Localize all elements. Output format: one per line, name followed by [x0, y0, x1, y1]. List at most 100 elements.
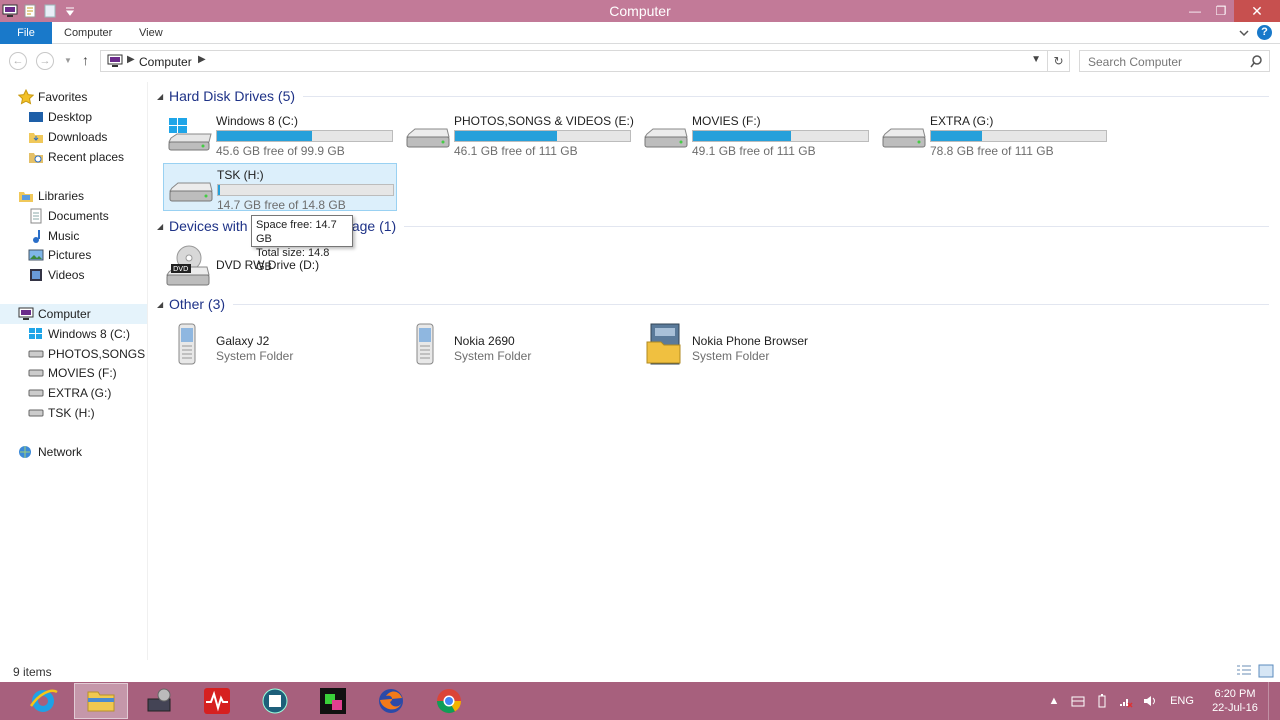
group-divider	[404, 225, 1269, 227]
tab-computer[interactable]: Computer	[64, 22, 112, 44]
other-item-nokia-phone-browser[interactable]: Nokia Phone Browser System Folder	[639, 320, 873, 368]
collapse-arrow-icon[interactable]: ◢	[157, 300, 169, 309]
drive-tile-c[interactable]: Windows 8 (C:) 45.6 GB free of 99.9 GB	[163, 110, 397, 158]
drive-free-space: 45.6 GB free of 99.9 GB	[216, 144, 345, 158]
up-icon[interactable]: ↑	[82, 52, 89, 68]
drive-tile-g[interactable]: EXTRA (G:) 78.8 GB free of 111 GB	[877, 110, 1111, 158]
firefox-icon[interactable]	[364, 683, 418, 719]
sidebar-item-recent-places[interactable]: Recent places	[0, 147, 147, 167]
tab-view[interactable]: View	[139, 22, 163, 44]
mobile-phone-icon	[178, 323, 196, 365]
breadcrumb-separator-icon[interactable]: ▶	[127, 54, 135, 65]
libraries-icon	[18, 188, 34, 204]
sidebar-item-drive-h[interactable]: TSK (H:)	[0, 403, 147, 423]
videos-icon	[28, 267, 44, 283]
show-hidden-icons-icon[interactable]: ▲	[1042, 682, 1066, 720]
navigation-pane: Favorites Desktop Downloads Recent place…	[0, 82, 148, 660]
collapse-arrow-icon[interactable]: ◢	[157, 222, 169, 231]
address-bar[interactable]: ▶ Computer ▶ ▼ ↻	[100, 50, 1070, 72]
audio-editor-icon[interactable]	[190, 683, 244, 719]
sidebar-item-drive-f[interactable]: MOVIES (F:)	[0, 363, 147, 383]
drive-tile-f[interactable]: MOVIES (F:) 49.1 GB free of 111 GB	[639, 110, 873, 158]
status-bar: 9 items	[0, 660, 1280, 682]
star-icon	[18, 89, 34, 105]
network-disconnected-icon[interactable]	[1114, 682, 1138, 720]
group-header-other[interactable]: ◢ Other (3)	[157, 294, 1269, 314]
clock[interactable]: 6:20 PM 22-Jul-16	[1202, 687, 1268, 715]
sidebar-item-label: MOVIES (F:)	[48, 366, 117, 380]
battery-icon[interactable]	[1090, 682, 1114, 720]
documents-icon	[28, 208, 44, 224]
video-editor-icon[interactable]	[306, 683, 360, 719]
drive-usage-bar	[216, 130, 393, 142]
media-player-icon[interactable]	[248, 683, 302, 719]
drive-tile-e[interactable]: PHOTOS,SONGS & VIDEOS (E:) 46.1 GB free …	[401, 110, 635, 158]
breadcrumb[interactable]: Computer	[139, 55, 192, 69]
hard-drive-icon	[28, 385, 44, 401]
file-explorer-icon[interactable]	[74, 683, 128, 719]
sidebar-item-libraries[interactable]: Libraries	[0, 186, 147, 206]
back-icon[interactable]: ←	[9, 52, 27, 70]
help-icon[interactable]: ?	[1257, 25, 1272, 40]
sidebar-item-downloads[interactable]: Downloads	[0, 127, 147, 147]
group-divider	[233, 303, 1269, 305]
restore-icon[interactable]: ❐	[1208, 0, 1234, 22]
window-controls: — ❐ ✕	[1182, 0, 1280, 22]
search-input[interactable]: Search Computer	[1079, 50, 1270, 72]
network-icon	[18, 444, 34, 460]
sidebar-item-documents[interactable]: Documents	[0, 206, 147, 226]
file-list-pane: ◢ Hard Disk Drives (5) Windows 8 (C:) 45…	[149, 82, 1280, 660]
sidebar-item-videos[interactable]: Videos	[0, 265, 147, 285]
minimize-icon[interactable]: —	[1182, 0, 1208, 22]
drive-free-space: 46.1 GB free of 111 GB	[454, 144, 578, 158]
sidebar-item-music[interactable]: Music	[0, 226, 147, 246]
expand-ribbon-icon[interactable]	[1239, 26, 1249, 40]
collapse-arrow-icon[interactable]: ◢	[157, 92, 169, 101]
drive-usage-bar	[692, 130, 869, 142]
sidebar-item-favorites[interactable]: Favorites	[0, 87, 147, 107]
show-desktop-button[interactable]	[1268, 682, 1280, 720]
sidebar-item-computer[interactable]: Computer	[0, 304, 147, 324]
sidebar-item-pictures[interactable]: Pictures	[0, 245, 147, 265]
group-header-hard-disk-drives[interactable]: ◢ Hard Disk Drives (5)	[157, 86, 1269, 106]
language-indicator[interactable]: ENG	[1162, 695, 1202, 707]
hard-drive-icon	[406, 128, 450, 148]
close-icon[interactable]: ✕	[1234, 0, 1280, 22]
breadcrumb-separator-icon[interactable]: ▶	[198, 54, 206, 65]
recent-locations-icon[interactable]: ▼	[64, 56, 72, 65]
refresh-icon[interactable]: ↻	[1047, 51, 1069, 71]
search-icon[interactable]	[1249, 54, 1263, 71]
item-type: System Folder	[216, 349, 294, 363]
tiles-view-icon[interactable]	[1258, 664, 1274, 681]
drive-usage-fill	[218, 185, 220, 195]
sidebar-item-drive-c[interactable]: Windows 8 (C:)	[0, 324, 147, 344]
other-item-galaxy-j2[interactable]: Galaxy J2 System Folder	[163, 320, 397, 368]
control-panel-icon[interactable]	[132, 683, 186, 719]
sidebar-item-label: Favorites	[38, 90, 88, 104]
clock-date: 22-Jul-16	[1212, 702, 1258, 714]
forward-icon[interactable]: →	[36, 52, 54, 70]
chrome-icon[interactable]	[422, 683, 476, 719]
volume-icon[interactable]	[1138, 682, 1162, 720]
other-item-nokia-2690[interactable]: Nokia 2690 System Folder	[401, 320, 635, 368]
tab-file[interactable]: File	[0, 22, 52, 44]
address-dropdown-icon[interactable]: ▼	[1031, 54, 1041, 65]
computer-icon	[18, 306, 34, 322]
sidebar-item-label: Network	[38, 445, 83, 459]
mobile-phone-icon	[416, 323, 434, 365]
internet-explorer-icon[interactable]	[16, 683, 70, 719]
details-view-icon[interactable]	[1236, 664, 1252, 681]
drive-tooltip: Space free: 14.7 GB Total size: 14.8 GB	[251, 215, 353, 273]
group-title: Other (3)	[169, 296, 226, 312]
taskbar: ▲ ENG 6:20 PM 22-Jul-16	[0, 682, 1280, 720]
sidebar-item-desktop[interactable]: Desktop	[0, 107, 147, 127]
sidebar-item-label: Libraries	[38, 189, 85, 203]
sidebar-item-label: Desktop	[48, 110, 93, 124]
drive-tile-h[interactable]: TSK (H:) 14.7 GB free of 14.8 GB	[163, 163, 397, 212]
action-center-icon[interactable]	[1066, 682, 1090, 720]
sidebar-item-drive-e[interactable]: PHOTOS,SONGS & VIDEOS (E:)	[0, 344, 147, 364]
sidebar-item-network[interactable]: Network	[0, 442, 147, 462]
item-name: Galaxy J2	[216, 334, 270, 348]
sidebar-item-drive-g[interactable]: EXTRA (G:)	[0, 383, 147, 403]
sidebar-item-label: Pictures	[48, 248, 92, 262]
